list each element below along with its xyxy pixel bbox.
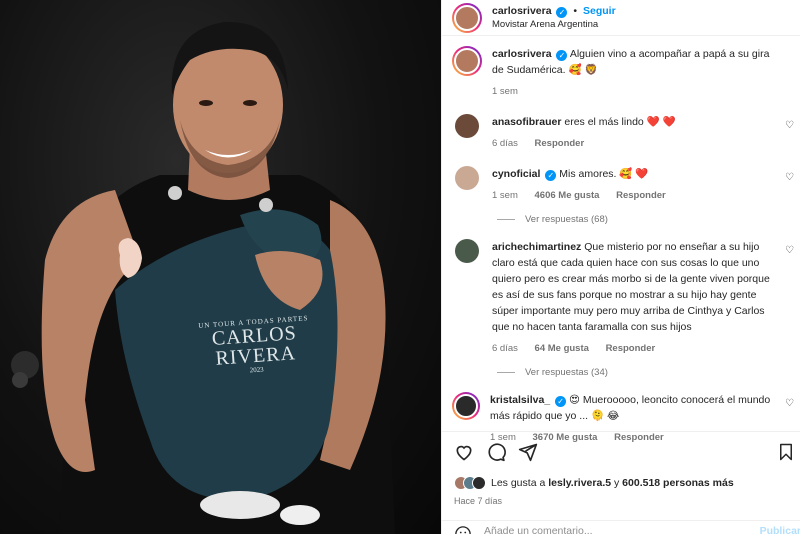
likes-user[interactable]: lesly.rivera.5: [548, 477, 611, 489]
instagram-post: UN TOUR A TODAS PARTES CARLOS RIVERA 202…: [0, 0, 800, 534]
comment-time[interactable]: 1 sem: [492, 190, 518, 201]
comment-text: Que misterio por no enseñar a su hijo cl…: [492, 241, 770, 333]
comment-icon[interactable]: [486, 442, 506, 465]
like-comment-heart-icon[interactable]: ♡: [785, 398, 794, 409]
follow-button[interactable]: Seguir: [583, 5, 616, 17]
heart-icon[interactable]: [454, 442, 474, 465]
caption: carlosrivera ✓ Alguien vino a acompañar …: [452, 46, 790, 100]
comment-item: arichechimartinez Que misterio por no en…: [452, 239, 794, 357]
emoji-icon[interactable]: [454, 525, 472, 534]
commenter-username[interactable]: kristalsilva_: [490, 394, 550, 406]
comment-likes[interactable]: 64 Me gusta: [535, 343, 589, 354]
likes-prefix: Les gusta a: [491, 477, 546, 489]
reply-button[interactable]: Responder: [616, 190, 666, 201]
post-side-panel: carlosrivera ✓ • Seguir Movistar Arena A…: [441, 0, 800, 534]
comments-list: carlosrivera ✓ Alguien vino a acompañar …: [442, 36, 800, 446]
commenter-avatar[interactable]: [455, 166, 479, 190]
comment-likes[interactable]: 4606 Me gusta: [535, 190, 600, 201]
comment-text: Mis amores. 🥰 ❤️: [559, 168, 649, 180]
sweatshirt-print: UN TOUR A TODAS PARTES CARLOS RIVERA 202…: [193, 314, 317, 378]
commenter-username[interactable]: arichechimartinez: [492, 241, 581, 253]
verified-icon: ✓: [555, 396, 567, 407]
share-icon[interactable]: [518, 442, 538, 465]
comment-item: anasofibrauer eres el más lindo ❤️ ❤️ 6 …: [452, 114, 794, 152]
reply-button[interactable]: Responder: [535, 138, 585, 149]
verified-icon: ✓: [545, 170, 557, 181]
commenter-avatar[interactable]: [455, 239, 479, 263]
likes-count[interactable]: 600.518 personas más: [622, 477, 734, 489]
view-replies-button[interactable]: Ver respuestas (34): [497, 367, 790, 378]
like-comment-heart-icon[interactable]: ♡: [785, 245, 794, 256]
caption-avatar[interactable]: [452, 46, 482, 76]
commenter-username[interactable]: cynoficial: [492, 168, 540, 180]
replies-line: [497, 219, 515, 220]
action-icons: [454, 442, 792, 465]
view-replies-label[interactable]: Ver respuestas (34): [525, 367, 608, 378]
photo-illustration: [11, 21, 395, 534]
comment-time[interactable]: 6 días: [492, 343, 518, 354]
post-date[interactable]: Hace 7 días: [454, 496, 789, 506]
post-location[interactable]: Movistar Arena Argentina: [492, 18, 616, 32]
view-replies-label[interactable]: Ver respuestas (68): [525, 214, 608, 225]
post-photo[interactable]: UN TOUR A TODAS PARTES CARLOS RIVERA 202…: [0, 0, 441, 534]
author-username[interactable]: carlosrivera: [492, 5, 552, 17]
commenter-username[interactable]: anasofibrauer: [492, 116, 561, 128]
verified-icon: ✓: [556, 6, 568, 18]
separator-dot: •: [573, 4, 578, 17]
liker-avatar: [472, 476, 486, 490]
likes-summary: Les gusta a lesly.rivera.5 y 600.518 per…: [454, 476, 789, 490]
commenter-avatar[interactable]: [455, 114, 479, 138]
like-comment-heart-icon[interactable]: ♡: [785, 120, 794, 131]
post-header: carlosrivera ✓ • Seguir Movistar Arena A…: [442, 0, 800, 36]
comment-item: cynoficial ✓ Mis amores. 🥰 ❤️ 1 sem 4606…: [452, 166, 794, 204]
author-avatar[interactable]: [452, 2, 482, 33]
view-replies-button[interactable]: Ver respuestas (68): [497, 214, 790, 225]
like-comment-heart-icon[interactable]: ♡: [785, 172, 794, 183]
publish-button[interactable]: Publicar: [760, 525, 800, 534]
reply-button[interactable]: Responder: [606, 343, 656, 354]
add-comment-input[interactable]: Añade un comentario...: [484, 525, 593, 534]
bookmark-icon[interactable]: [777, 442, 795, 465]
comment-time[interactable]: 6 días: [492, 138, 518, 149]
add-comment-bar: Añade un comentario... Publicar: [442, 520, 800, 534]
caption-time[interactable]: 1 sem: [492, 86, 518, 97]
verified-icon: ✓: [556, 50, 568, 61]
likes-joiner: y: [614, 477, 620, 489]
comment-text: eres el más lindo ❤️ ❤️: [564, 116, 676, 128]
caption-username[interactable]: carlosrivera: [492, 48, 552, 60]
commenter-avatar[interactable]: [452, 392, 480, 420]
post-actions: Les gusta a lesly.rivera.5 y 600.518 per…: [442, 431, 800, 506]
replies-line: [497, 372, 515, 373]
